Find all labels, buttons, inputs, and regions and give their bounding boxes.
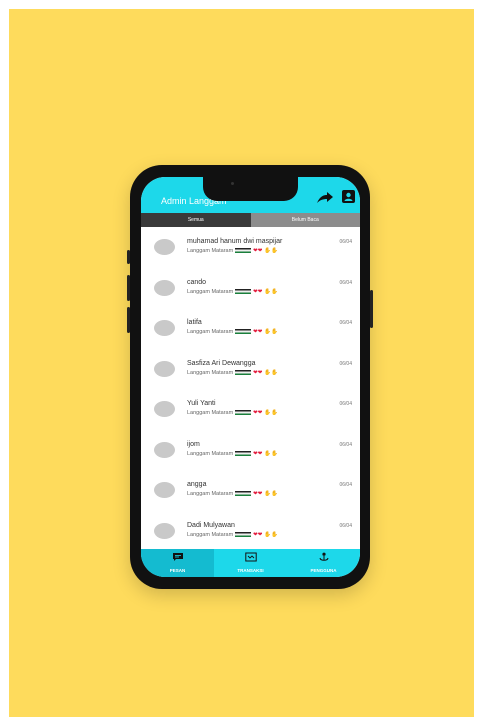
chat-item[interactable]: muhamad hanum dwi maspijar Langgam Matar…	[141, 227, 360, 268]
flag-emoji-icon	[235, 410, 252, 416]
hands-emoji-icon: ✋✋	[264, 531, 279, 538]
hands-emoji-icon: ✋✋	[264, 450, 279, 457]
bottom-navigation: PESAN TRANSAKSI PENGGUNA	[141, 549, 360, 577]
nav-label: TRANSAKSI	[237, 568, 264, 573]
hearts-emoji-icon: ❤❤	[253, 450, 263, 457]
tab-belum-baca[interactable]: Belum Baca	[250, 213, 360, 227]
chat-preview: Langgam Mataram ❤❤ ✋✋	[187, 531, 279, 538]
nav-pesan[interactable]: PESAN	[141, 549, 214, 577]
flag-emoji-icon	[235, 531, 252, 537]
chat-date: 06/04	[339, 360, 352, 367]
avatar	[154, 441, 175, 458]
avatar	[154, 360, 175, 377]
power-button	[370, 290, 373, 328]
chat-preview: Langgam Mataram ❤❤ ✋✋	[187, 288, 279, 295]
flag-emoji-icon	[235, 369, 252, 375]
flag-emoji-icon	[235, 248, 252, 254]
flag-emoji-icon	[235, 329, 252, 335]
users-icon	[319, 552, 328, 561]
chat-name: muhamad hanum dwi maspijar	[187, 238, 283, 245]
chat-item[interactable]: latifa Langgam Mataram ❤❤ ✋✋ 06/04	[141, 308, 360, 349]
volume-down-button	[127, 307, 130, 333]
chat-name: cando	[187, 278, 207, 286]
nav-label: PENGGUNA	[310, 568, 337, 573]
avatar	[154, 279, 175, 296]
nav-pengguna[interactable]: PENGGUNA	[287, 549, 360, 577]
chat-preview: Langgam Mataram ❤❤ ✋✋	[187, 369, 279, 376]
hearts-emoji-icon: ❤❤	[253, 288, 263, 295]
transaction-icon	[244, 552, 257, 562]
mute-switch	[127, 250, 130, 264]
hands-emoji-icon: ✋✋	[264, 329, 279, 335]
hands-emoji-icon: ✋✋	[264, 369, 279, 376]
chat-name: latifa	[187, 319, 202, 326]
chat-name: Sasfiza Ari Dewangga	[187, 359, 256, 367]
chat-date: 06/04	[339, 441, 352, 448]
phone-mockup: Admin Langgam Semua Belum Baca muhamad h…	[127, 165, 373, 589]
share-arrow-icon[interactable]	[316, 191, 334, 205]
flag-emoji-icon	[235, 288, 252, 294]
flag-emoji-icon	[235, 450, 252, 456]
chat-name: Dadi Mulyawan	[187, 521, 235, 529]
chat-date: 06/04	[339, 239, 352, 245]
chat-preview: Langgam Mataram ❤❤ ✋✋	[187, 491, 279, 497]
message-icon	[172, 553, 183, 561]
chat-date: 06/04	[339, 401, 352, 407]
chat-preview: Langgam Mataram ❤❤ ✋✋	[187, 329, 279, 335]
chat-name: Yuli Yanti	[187, 400, 216, 407]
chat-preview: Langgam Mataram ❤❤ ✋✋	[187, 248, 279, 254]
nav-transaksi[interactable]: TRANSAKSI	[214, 549, 287, 577]
chat-preview: Langgam Mataram ❤❤ ✋✋	[187, 410, 279, 416]
nav-label: PESAN	[169, 568, 186, 573]
chat-item[interactable]: Dadi Mulyawan Langgam Mataram ❤❤ ✋✋ 06/04	[141, 511, 360, 550]
avatar	[154, 522, 175, 539]
chat-date: 06/04	[339, 482, 352, 488]
phone-screen: Admin Langgam Semua Belum Baca muhamad h…	[141, 177, 360, 577]
avatar	[154, 320, 175, 336]
avatar	[154, 482, 175, 498]
hearts-emoji-icon: ❤❤	[253, 491, 263, 497]
chat-date: 06/04	[339, 320, 352, 326]
chat-name: ijom	[187, 440, 200, 448]
filter-tabs: Semua Belum Baca	[141, 213, 360, 227]
account-box-icon[interactable]	[342, 190, 355, 203]
avatar	[154, 239, 175, 255]
hands-emoji-icon: ✋✋	[264, 491, 279, 497]
chat-list: muhamad hanum dwi maspijar Langgam Matar…	[141, 227, 360, 549]
chat-preview: Langgam Mataram ❤❤ ✋✋	[187, 450, 279, 457]
hearts-emoji-icon: ❤❤	[253, 410, 263, 416]
hearts-emoji-icon: ❤❤	[253, 248, 263, 254]
hands-emoji-icon: ✋✋	[264, 410, 279, 416]
hearts-emoji-icon: ❤❤	[253, 369, 263, 376]
chat-item[interactable]: angga Langgam Mataram ❤❤ ✋✋ 06/04	[141, 470, 360, 511]
flag-emoji-icon	[235, 491, 252, 497]
chat-item[interactable]: ijom Langgam Mataram ❤❤ ✋✋ 06/04	[141, 430, 360, 471]
avatar	[154, 401, 175, 417]
chat-item[interactable]: Yuli Yanti Langgam Mataram ❤❤ ✋✋ 06/04	[141, 389, 360, 430]
chat-item[interactable]: cando Langgam Mataram ❤❤ ✋✋ 06/04	[141, 268, 360, 309]
poster-background: Admin Langgam Semua Belum Baca muhamad h…	[9, 9, 474, 717]
chat-item[interactable]: Sasfiza Ari Dewangga Langgam Mataram ❤❤ ✋✋…	[141, 349, 360, 390]
chat-name: angga	[187, 481, 207, 488]
hearts-emoji-icon: ❤❤	[253, 329, 263, 335]
hands-emoji-icon: ✋✋	[264, 288, 279, 295]
hands-emoji-icon: ✋✋	[264, 248, 279, 254]
tab-semua[interactable]: Semua	[141, 213, 251, 227]
hearts-emoji-icon: ❤❤	[253, 531, 263, 538]
camera-notch	[203, 177, 298, 201]
volume-up-button	[127, 275, 130, 301]
chat-date: 06/04	[339, 279, 352, 286]
chat-date: 06/04	[339, 522, 352, 529]
